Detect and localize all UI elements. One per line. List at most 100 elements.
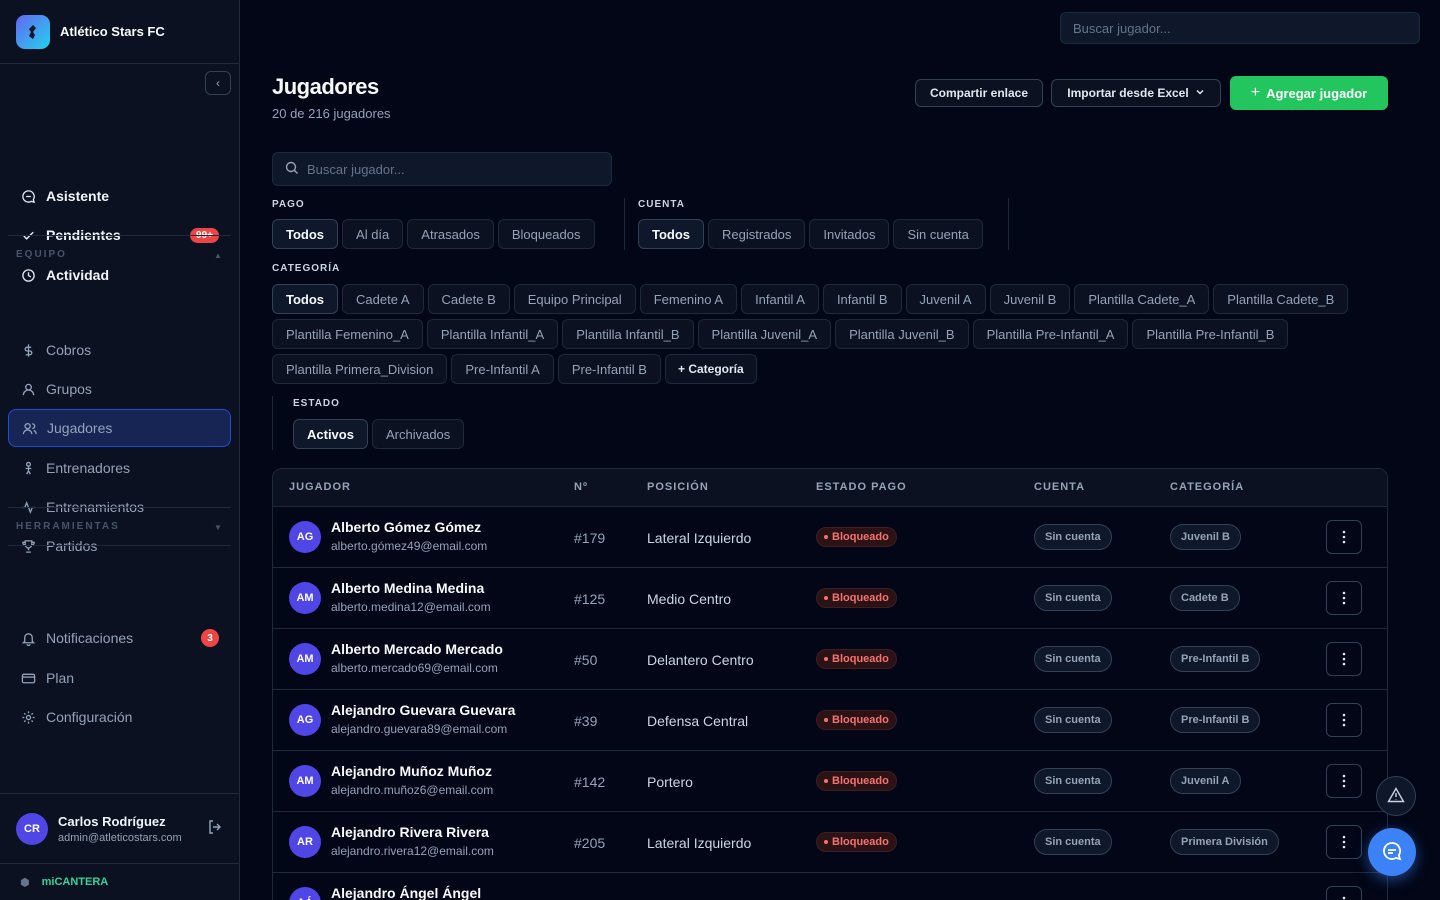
sidebar-item-notificaciones[interactable]: Notificaciones 3	[8, 619, 231, 657]
player-name[interactable]: Alejandro Muñoz Muñoz	[331, 763, 492, 779]
table-row[interactable]: AG Alejandro Guevara Guevara alejandro.gue…	[273, 690, 1387, 751]
column-header-posicion[interactable]: POSICIÓN	[647, 481, 709, 493]
section-equipo-caret-icon[interactable]: ▲	[214, 251, 222, 260]
row-actions-button[interactable]	[1326, 581, 1362, 615]
trophy-icon	[20, 538, 36, 554]
filter-categoria-option-todos[interactable]: Todos	[272, 284, 339, 314]
filter-categoria-option-infantil-a[interactable]: Infantil A	[741, 284, 819, 314]
page-title: Jugadores	[272, 74, 379, 99]
column-header-cuenta[interactable]: CUENTA	[1034, 481, 1085, 493]
filter-estado-option-archivados[interactable]: Archivados	[371, 419, 465, 449]
filter-categoria-option-infantil-b[interactable]: Infantil B	[822, 284, 902, 314]
player-search-input[interactable]	[307, 161, 597, 177]
player-search[interactable]	[272, 152, 612, 186]
import-excel-button[interactable]: Importar desde Excel	[1051, 79, 1221, 107]
player-name[interactable]: Alejandro Rivera Rivera	[331, 824, 489, 840]
section-herramientas-caret-icon[interactable]: ▼	[214, 523, 222, 532]
row-actions-button[interactable]	[1326, 764, 1362, 798]
sidebar-item-partidos[interactable]: Partidos	[8, 527, 231, 565]
players-table: JUGADOR Nº POSICIÓN ESTADO PAGO CUENTA C…	[272, 468, 1388, 900]
logout-icon[interactable]	[207, 819, 223, 838]
column-header-numero[interactable]: Nº	[574, 481, 588, 493]
filter-pago-option-atrasados[interactable]: Atrasados	[407, 219, 494, 249]
sidebar-item-label: Jugadores	[47, 420, 113, 436]
filter-cuenta-option-todos[interactable]: Todos	[638, 219, 705, 249]
filter-categoria-option-equipo-principal[interactable]: Equipo Principal	[513, 284, 636, 314]
sidebar-item-configuracion[interactable]: Configuración	[8, 698, 231, 736]
sidebar-item-plan[interactable]: Plan	[8, 659, 231, 697]
filter-categoria-option-plantilla-infantil-a[interactable]: Plantilla Infantil_A	[426, 319, 559, 349]
row-actions-button[interactable]	[1326, 886, 1362, 900]
share-link-button[interactable]: Compartir enlace	[915, 79, 1043, 107]
filter-categoria-option-plantilla-juvenil-a[interactable]: Plantilla Juvenil_A	[697, 319, 832, 349]
row-actions-button[interactable]	[1326, 703, 1362, 737]
table-row[interactable]: AR Alejandro Rivera Rivera alejandro.river…	[273, 812, 1387, 873]
filter-categoria-option-plantilla-primera-division[interactable]: Plantilla Primera_Division	[272, 354, 448, 384]
player-name[interactable]: Alejandro Ángel Ángel	[331, 885, 481, 900]
column-header-jugador[interactable]: JUGADOR	[289, 481, 351, 493]
filter-categoria-option-plantilla-juvenil-b[interactable]: Plantilla Juvenil_B	[835, 319, 969, 349]
table-row[interactable]: AM Alberto Mercado Mercado alberto.mercado…	[273, 629, 1387, 690]
filter-pago-option-todos[interactable]: Todos	[272, 219, 339, 249]
add-category-button[interactable]: + Categoría	[664, 354, 757, 384]
user-profile[interactable]: CR Carlos Rodríguez admin@atleticostars.…	[0, 793, 239, 863]
filter-categoria-option-juvenil-b[interactable]: Juvenil B	[989, 284, 1071, 314]
filter-categoria-option-pre-infantil-b[interactable]: Pre-Infantil B	[557, 354, 661, 384]
filter-categoria-option-plantilla-cadete-a[interactable]: Plantilla Cadete_A	[1074, 284, 1210, 314]
table-row[interactable]: AG Alberto Gómez Gómez alberto.gómez49@ema…	[273, 507, 1387, 568]
player-position: Lateral Izquierdo	[647, 835, 752, 851]
player-name[interactable]: Alejandro Guevara Guevara	[331, 702, 515, 718]
filter-pago-option-bloqueados[interactable]: Bloqueados	[497, 219, 595, 249]
filter-estado-label: ESTADO	[293, 398, 340, 409]
filter-categoria-option-cadete-b[interactable]: Cadete B	[427, 284, 510, 314]
column-header-categoria[interactable]: CATEGORÍA	[1170, 481, 1244, 493]
player-name[interactable]: Alberto Mercado Mercado	[331, 641, 503, 657]
sidebar-item-entrenadores[interactable]: Entrenadores	[8, 449, 231, 487]
table-row[interactable]: AM Alberto Medina Medina alberto.medina12@…	[273, 568, 1387, 629]
sidebar-item-actividad[interactable]: Actividad	[8, 256, 231, 294]
filter-categoria-option-plantilla-pre-infantil-a[interactable]: Plantilla Pre-Infantil_A	[972, 319, 1129, 349]
sidebar-item-asistente[interactable]: Asistente	[8, 177, 231, 215]
row-actions-button[interactable]	[1326, 642, 1362, 676]
filter-estado-option-activos[interactable]: Activos	[293, 419, 368, 449]
column-header-estado-pago[interactable]: ESTADO PAGO	[816, 481, 907, 493]
global-search-input[interactable]	[1060, 12, 1420, 44]
player-number: #142	[574, 774, 606, 790]
table-row[interactable]: AM Alejandro Muñoz Muñoz alejandro.muñoz6@…	[273, 751, 1387, 812]
collapse-sidebar-button[interactable]: ‹	[205, 71, 231, 95]
payment-status-badge: Bloqueado	[816, 832, 897, 852]
filter-categoria-option-cadete-a[interactable]: Cadete A	[342, 284, 424, 314]
users-icon	[21, 420, 37, 436]
report-issue-button[interactable]	[1376, 776, 1416, 816]
filter-cuenta-option-registrados[interactable]: Registrados	[708, 219, 806, 249]
user-name: Carlos Rodríguez	[58, 813, 166, 829]
filter-categoria-option-femenino-a[interactable]: Femenino A	[639, 284, 738, 314]
more-vertical-icon	[1342, 530, 1346, 544]
chevron-down-icon	[1195, 86, 1205, 100]
avatar: AG	[289, 704, 321, 736]
sidebar-item-jugadores[interactable]: Jugadores	[8, 409, 231, 447]
sidebar-item-cobros[interactable]: Cobros	[8, 331, 231, 369]
filter-cuenta-option-invitados[interactable]: Invitados	[809, 219, 890, 249]
filter-pago-option-al-dia[interactable]: Al día	[342, 219, 404, 249]
chat-support-button[interactable]	[1368, 828, 1416, 876]
player-name[interactable]: Alberto Gómez Gómez	[331, 519, 481, 535]
filter-categoria-option-plantilla-pre-infantil-b[interactable]: Plantilla Pre-Infantil_B	[1132, 319, 1289, 349]
row-actions-button[interactable]	[1326, 825, 1362, 859]
account-status-badge: Sin cuenta	[1034, 524, 1112, 550]
share-link-label: Compartir enlace	[929, 86, 1029, 100]
filter-categoria-option-pre-infantil-a[interactable]: Pre-Infantil A	[451, 354, 554, 384]
row-actions-button[interactable]	[1326, 520, 1362, 554]
filter-categoria-option-juvenil-a[interactable]: Juvenil A	[905, 284, 986, 314]
filter-categoria-option-plantilla-femenino-a[interactable]: Plantilla Femenino_A	[272, 319, 423, 349]
add-player-button[interactable]: + Agregar jugador	[1230, 76, 1388, 110]
table-row[interactable]: AÁ Alejandro Ángel Ángel	[273, 873, 1387, 900]
more-vertical-icon	[1342, 591, 1346, 605]
filter-cuenta-option-sin-cuenta[interactable]: Sin cuenta	[893, 219, 983, 249]
category-badge: Primera División	[1170, 829, 1279, 855]
sidebar-item-grupos[interactable]: Grupos	[8, 370, 231, 408]
filter-categoria-option-plantilla-infantil-b[interactable]: Plantilla Infantil_B	[562, 319, 694, 349]
player-name[interactable]: Alberto Medina Medina	[331, 580, 484, 596]
filter-categoria-option-plantilla-cadete-b[interactable]: Plantilla Cadete_B	[1213, 284, 1349, 314]
brand[interactable]: Atlético Stars FC	[0, 0, 239, 64]
